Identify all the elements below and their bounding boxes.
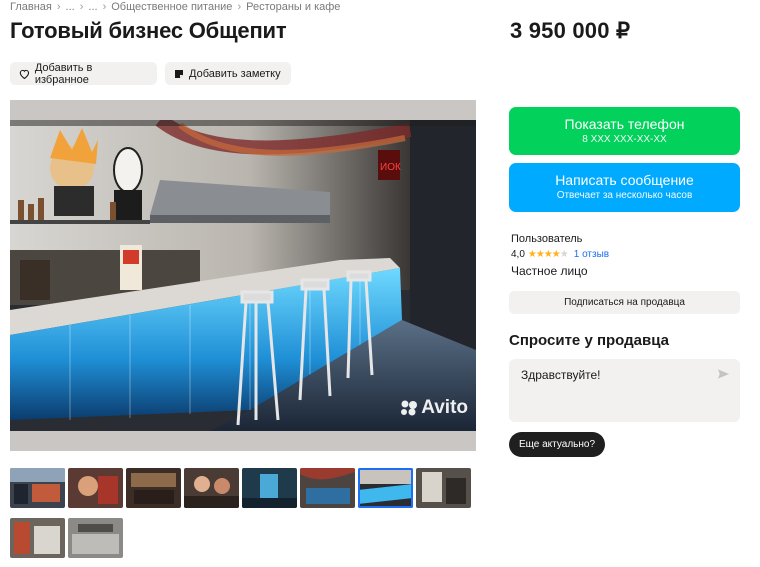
thumbnail-active[interactable] bbox=[358, 468, 413, 508]
interior-thumbnail bbox=[126, 468, 181, 508]
breadcrumb: Главная › ... › ... › Общественное питан… bbox=[10, 1, 340, 13]
interior-thumbnail bbox=[10, 518, 65, 558]
breadcrumb-home[interactable]: Главная bbox=[10, 1, 52, 13]
seller-name[interactable]: Пользователь bbox=[511, 233, 582, 245]
avito-logo-icon bbox=[401, 400, 418, 416]
show-phone-label: Показать телефон bbox=[564, 116, 685, 132]
interior-thumbnail bbox=[416, 468, 471, 508]
seller-type: Частное лицо bbox=[511, 264, 588, 278]
thumbnail[interactable] bbox=[242, 468, 297, 508]
note-icon bbox=[175, 69, 183, 78]
breadcrumb-item[interactable]: ... bbox=[66, 1, 75, 13]
cafe-interior-photo: ИОК bbox=[10, 120, 476, 431]
show-phone-button[interactable]: Показать телефон 8 XXX XXX-XX-XX bbox=[509, 107, 740, 155]
main-photo[interactable]: ИОК Avito bbox=[10, 100, 476, 451]
breadcrumb-item[interactable]: ... bbox=[88, 1, 97, 13]
chevron-right-icon: › bbox=[56, 1, 61, 13]
quick-reply-button[interactable]: Еще актуально? bbox=[509, 432, 606, 457]
interior-thumbnail bbox=[300, 468, 355, 508]
storefront-thumbnail bbox=[10, 468, 65, 508]
avito-watermark: Avito bbox=[400, 397, 468, 419]
write-message-button[interactable]: Написать сообщение Отвечает за несколько… bbox=[509, 163, 740, 212]
interior-thumbnail bbox=[358, 468, 413, 508]
listing-title: Готовый бизнес Общепит bbox=[10, 18, 287, 43]
reviews-link[interactable]: 1 отзыв bbox=[574, 249, 609, 260]
listing-price: 3 950 000 ₽ bbox=[510, 18, 631, 43]
add-to-favorites-label: Добавить в избранное bbox=[34, 61, 93, 86]
seller-rating: 4,0 ★★★★★ 1 отзыв bbox=[511, 249, 609, 260]
phone-masked: 8 XXX XXX-XX-XX bbox=[582, 134, 667, 145]
send-icon[interactable] bbox=[717, 368, 730, 380]
thumbnail[interactable] bbox=[68, 518, 123, 558]
chevron-right-icon: › bbox=[102, 1, 107, 13]
chevron-right-icon: › bbox=[79, 1, 84, 13]
subscribe-seller-button[interactable]: Подписаться на продавца bbox=[509, 291, 740, 314]
heart-icon bbox=[19, 69, 30, 79]
kitchen-thumbnail bbox=[68, 518, 123, 558]
message-text: Здравствуйте! bbox=[521, 368, 601, 382]
thumbnail[interactable] bbox=[10, 518, 65, 558]
rating-stars-icon: ★★★★★ bbox=[527, 249, 569, 260]
thumbnail[interactable] bbox=[126, 468, 181, 508]
chevron-right-icon: › bbox=[237, 1, 242, 13]
interior-thumbnail bbox=[242, 468, 297, 508]
interior-thumbnail bbox=[184, 468, 239, 508]
response-time: Отвечает за несколько часов bbox=[556, 190, 693, 201]
thumbnail[interactable] bbox=[184, 468, 239, 508]
breadcrumb-subcategory[interactable]: Рестораны и кафе bbox=[246, 1, 340, 13]
message-input[interactable]: Здравствуйте! bbox=[509, 359, 740, 422]
thumbnail-strip bbox=[10, 468, 476, 558]
thumbnail[interactable] bbox=[68, 468, 123, 508]
thumbnail[interactable] bbox=[300, 468, 355, 508]
breadcrumb-category[interactable]: Общественное питание bbox=[111, 1, 232, 13]
add-note-label: Добавить заметку bbox=[189, 67, 281, 80]
add-to-favorites-button[interactable]: Добавить в избранное bbox=[10, 61, 157, 86]
svg-text:ИОК: ИОК bbox=[380, 162, 401, 173]
add-note-button[interactable]: Добавить заметку bbox=[165, 62, 291, 85]
write-message-label: Написать сообщение bbox=[555, 172, 694, 188]
ask-seller-title: Спросите у продавца bbox=[509, 332, 669, 349]
interior-thumbnail bbox=[68, 468, 123, 508]
rating-value: 4,0 bbox=[511, 249, 525, 260]
thumbnail[interactable] bbox=[416, 468, 471, 508]
thumbnail[interactable] bbox=[10, 468, 65, 508]
